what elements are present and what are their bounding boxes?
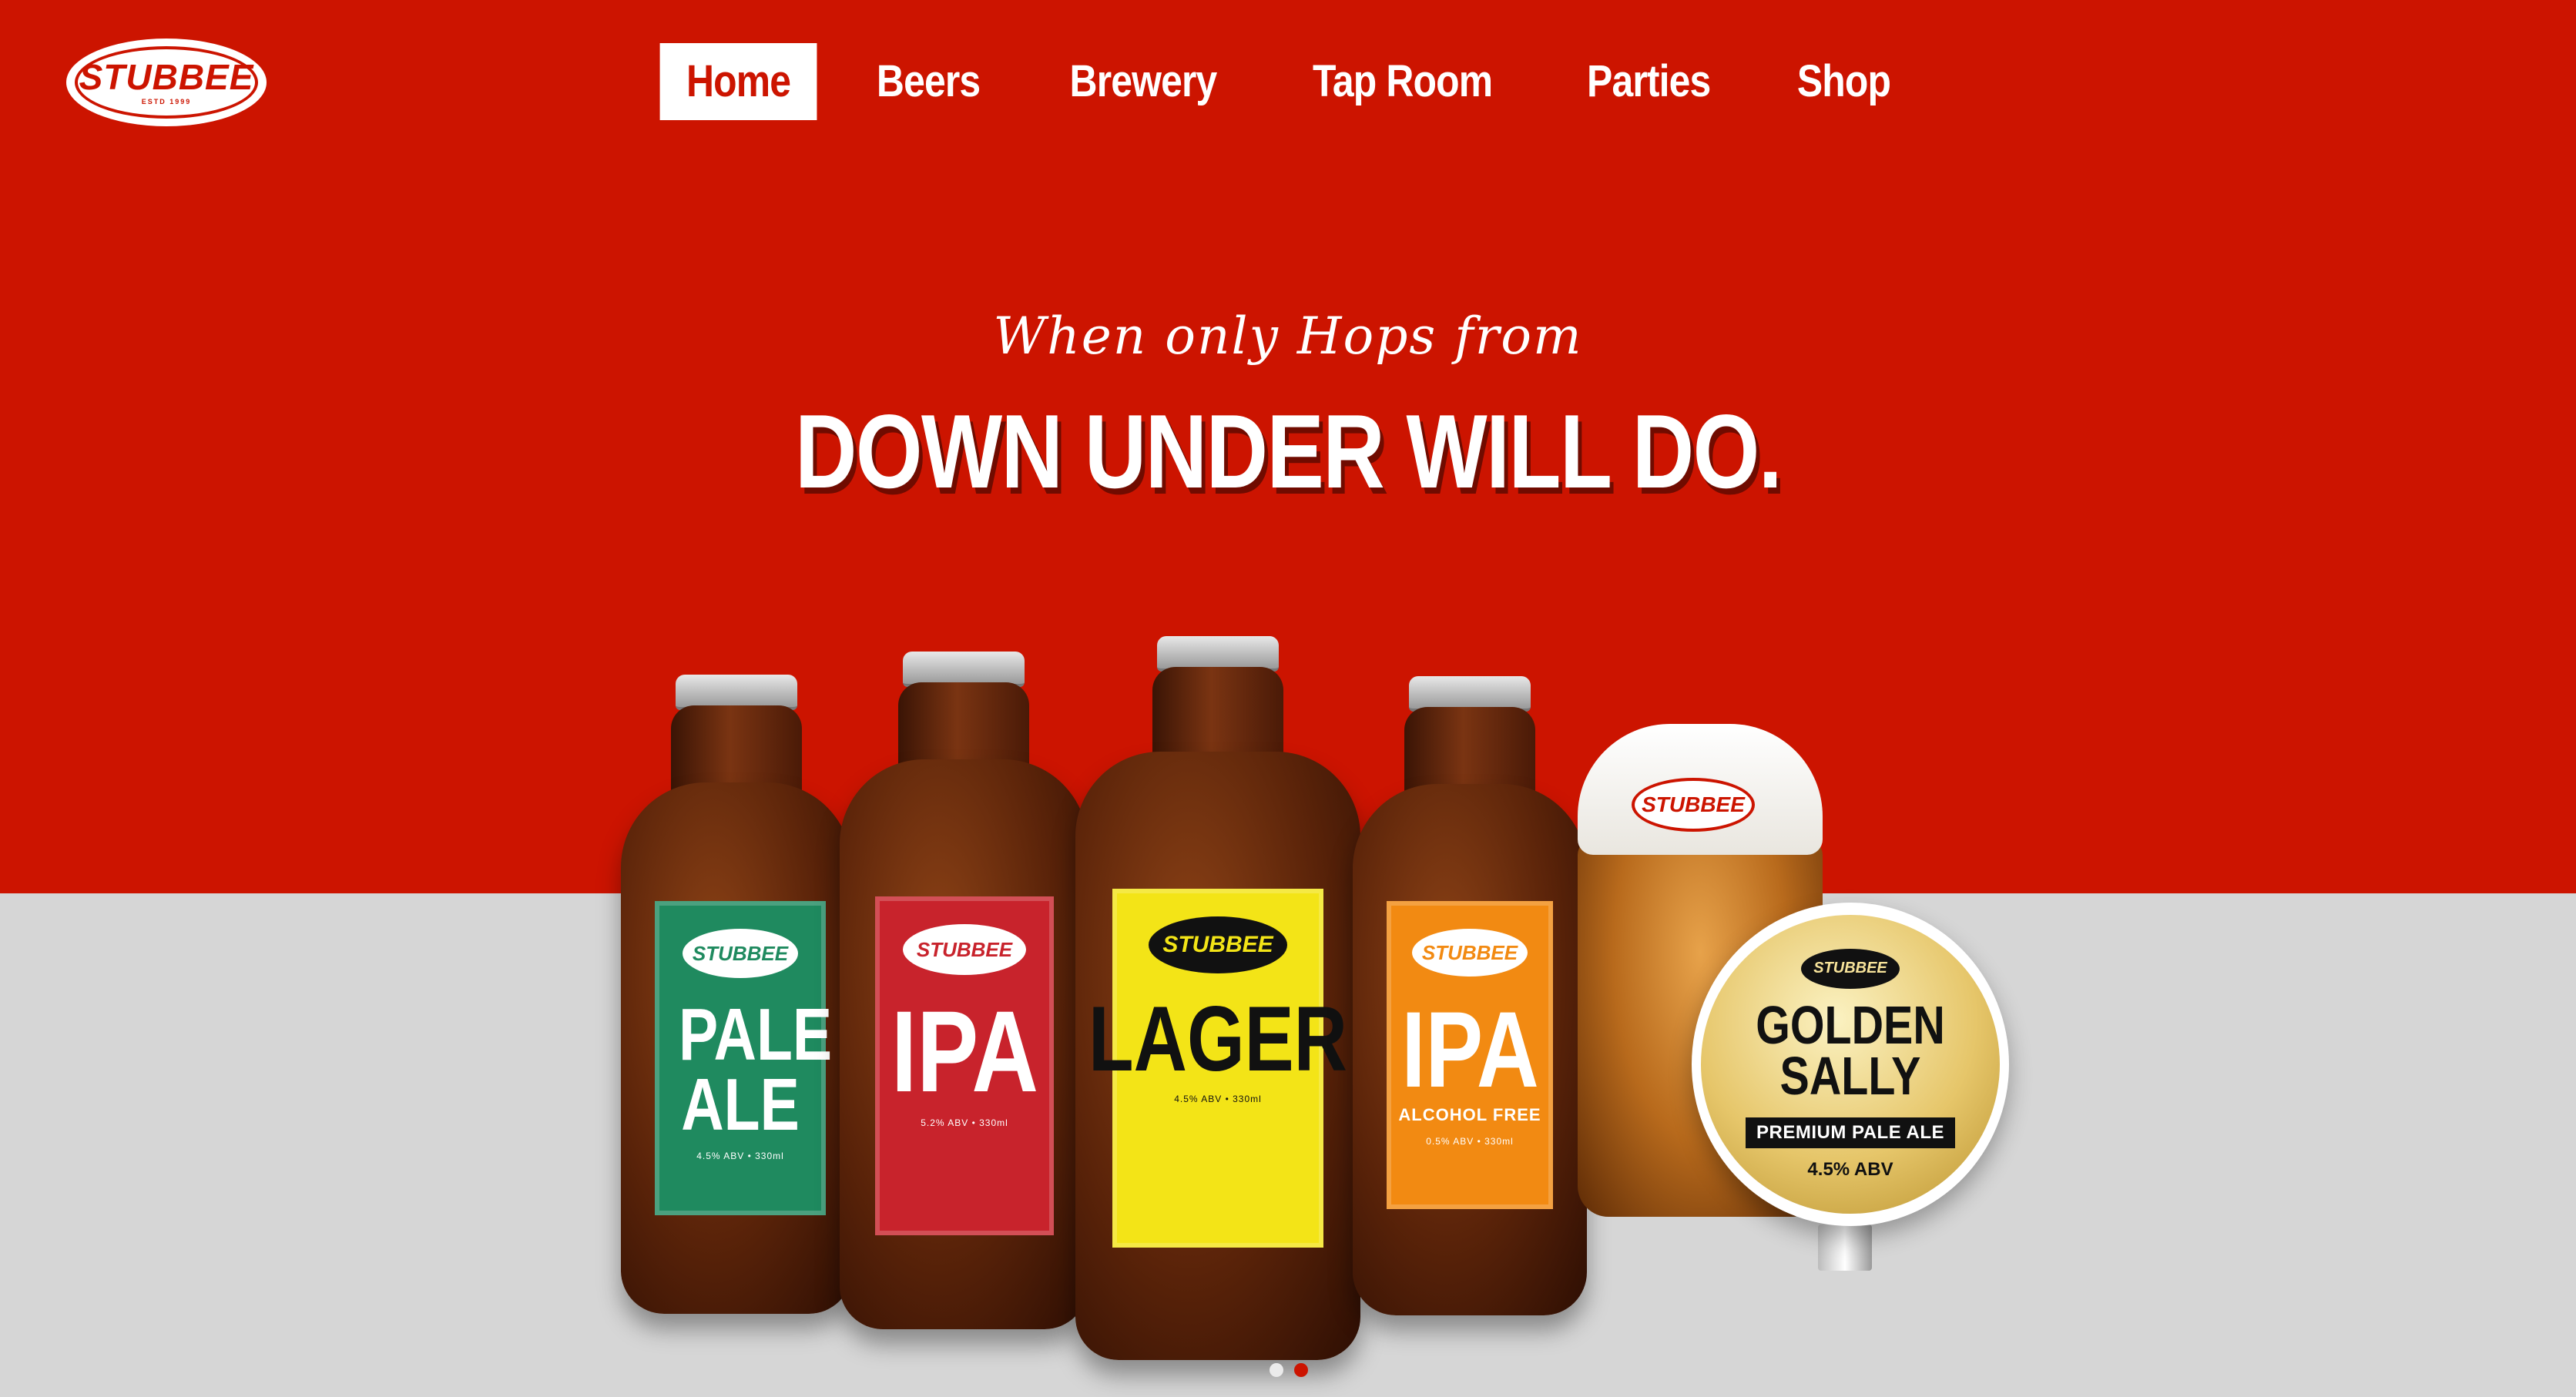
product-lineup-image: STUBBEE PALE ALE 4.5% ABV • 330ml STUBBE… xyxy=(0,0,2576,1397)
label-brand: STUBBEE xyxy=(903,924,1026,975)
label-brand: STUBBEE xyxy=(683,929,798,978)
badge-face: STUBBEE GOLDEN SALLY PREMIUM PALE ALE 4.… xyxy=(1701,915,2000,1214)
bottle-pale-ale: STUBBEE PALE ALE 4.5% ABV • 330ml xyxy=(621,675,852,1314)
label-brand: STUBBEE xyxy=(1412,929,1528,977)
tap-badge-golden-sally: STUBBEE GOLDEN SALLY PREMIUM PALE ALE 4.… xyxy=(1692,903,2009,1226)
bottle-label: STUBBEE LAGER 4.5% ABV • 330ml xyxy=(1088,889,1347,1248)
label-brand: STUBBEE xyxy=(1149,916,1287,973)
label-name: LAGER xyxy=(1088,987,1347,1090)
label-name: PALE ALE xyxy=(679,993,833,1147)
bottle-lager: STUBBEE LAGER 4.5% ABV • 330ml xyxy=(1075,636,1360,1360)
carousel-dot-2[interactable] xyxy=(1294,1363,1308,1377)
bottle-label: STUBBEE PALE ALE 4.5% ABV • 330ml xyxy=(655,901,833,1215)
bottle-ipa: STUBBEE IPA 5.2% ABV • 330ml xyxy=(840,652,1088,1329)
badge-abv: 4.5% ABV xyxy=(1807,1158,1893,1180)
label-details: 0.5% ABV • 330ml xyxy=(1426,1136,1514,1147)
label-details: 5.2% ABV • 330ml xyxy=(921,1117,1008,1128)
badge-title: GOLDEN SALLY xyxy=(1756,994,1945,1106)
label-details: 4.5% ABV • 330ml xyxy=(696,1151,784,1162)
tap-handle xyxy=(1818,1224,1872,1271)
badge-brand: STUBBEE xyxy=(1801,948,1900,989)
label-name: IPA xyxy=(1400,989,1539,1110)
bottle-label: STUBBEE IPA 5.2% ABV • 330ml xyxy=(875,896,1054,1235)
label-name: IPA xyxy=(891,987,1038,1116)
carousel-dots xyxy=(1270,1363,1308,1377)
badge-strip: PREMIUM PALE ALE xyxy=(1745,1117,1955,1148)
bottle-label: STUBBEE IPA ALCOHOL FREE 0.5% ABV • 330m… xyxy=(1387,901,1553,1209)
carousel-dot-1[interactable] xyxy=(1270,1363,1283,1377)
bottle-ipa-alcohol-free: STUBBEE IPA ALCOHOL FREE 0.5% ABV • 330m… xyxy=(1353,676,1587,1315)
glass-logo: STUBBEE xyxy=(1632,778,1755,832)
label-details: 4.5% ABV • 330ml xyxy=(1174,1094,1262,1104)
